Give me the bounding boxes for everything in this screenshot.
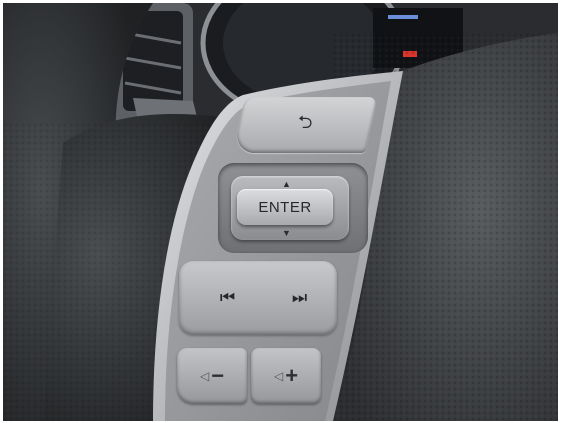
minus-icon: −: [211, 363, 225, 388]
next-track-icon: ⏭: [291, 288, 307, 307]
plus-icon: +: [285, 363, 299, 388]
up-arrow-icon[interactable]: ▲: [282, 180, 291, 189]
previous-track-icon: ⏮: [219, 288, 235, 307]
enter-button[interactable]: ENTER: [237, 189, 333, 225]
back-arrow-icon: ⮌: [297, 112, 313, 132]
previous-track-button[interactable]: ⏮: [189, 269, 263, 327]
steering-wheel-photo: ⮌ ▲ ENTER ▼ ⏮ ⏭ ◁ − ◁ +: [3, 3, 558, 421]
volume-up-button[interactable]: ◁ +: [251, 348, 321, 404]
down-arrow-icon[interactable]: ▼: [282, 229, 291, 238]
next-track-button[interactable]: ⏭: [261, 269, 335, 327]
speaker-icon: ◁: [273, 369, 284, 383]
volume-down-button[interactable]: ◁ −: [177, 348, 247, 404]
speaker-icon: ◁: [199, 369, 210, 383]
back-button[interactable]: ⮌: [233, 97, 377, 153]
